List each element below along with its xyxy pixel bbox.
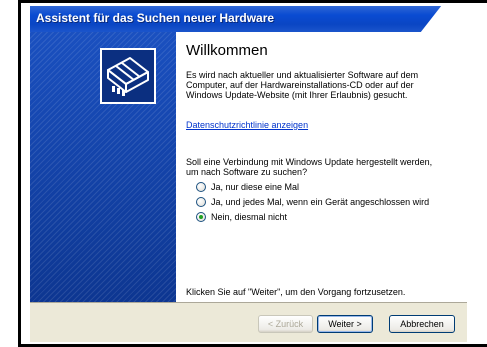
option-label: Ja, nur diese eine Mal — [211, 181, 300, 192]
next-button[interactable]: Weiter > — [317, 315, 373, 333]
radio-button[interactable] — [196, 196, 206, 207]
title-bar[interactable]: Assistent für das Suchen neuer Hardware — [30, 6, 467, 36]
option-not-now[interactable]: Nein, diesmal nicht — [196, 210, 287, 223]
hardware-card-icon — [100, 48, 156, 104]
page-frame-left — [18, 0, 21, 347]
intro-line: Es wird nach aktueller und aktualisierte… — [186, 70, 419, 80]
page-title: Willkommen — [186, 42, 268, 59]
option-once[interactable]: Ja, nur diese eine Mal — [196, 180, 299, 193]
question-line: Soll eine Verbindung mit Windows Update … — [186, 157, 433, 167]
back-button[interactable]: < Zurück — [258, 315, 313, 333]
intro-text: Es wird nach aktueller und aktualisierte… — [186, 70, 456, 100]
radio-button-selected[interactable] — [196, 211, 206, 222]
window-title: Assistent für das Suchen neuer Hardware — [36, 11, 275, 25]
wizard-content: Willkommen Es wird nach aktueller und ak… — [176, 32, 467, 302]
button-bar: < Zurück Weiter > Abbrechen — [30, 302, 467, 342]
cancel-button[interactable]: Abbrechen — [389, 315, 455, 333]
intro-line: Windows Update-Website (mit Ihrer Erlaub… — [186, 90, 408, 100]
option-label: Nein, diesmal nicht — [211, 211, 288, 222]
question-text: Soll eine Verbindung mit Windows Update … — [186, 157, 456, 177]
intro-line: Computer, auf der Hardwareinstallations-… — [186, 80, 414, 90]
privacy-policy-link[interactable]: Datenschutzrichtlinie anzeigen — [186, 120, 308, 130]
option-always[interactable]: Ja, und jedes Mal, wenn ein Gerät angesc… — [196, 195, 429, 208]
wizard-window: Assistent für das Suchen neuer Hardware … — [30, 6, 467, 342]
radio-button[interactable] — [196, 181, 206, 192]
page-frame-top — [20, 0, 487, 3]
option-label: Ja, und jedes Mal, wenn ein Gerät angesc… — [211, 196, 430, 207]
continue-hint: Klicken Sie auf "Weiter", um den Vorgang… — [186, 287, 406, 297]
question-line: um nach Software zu suchen? — [186, 167, 308, 177]
wizard-side-panel — [30, 32, 176, 302]
